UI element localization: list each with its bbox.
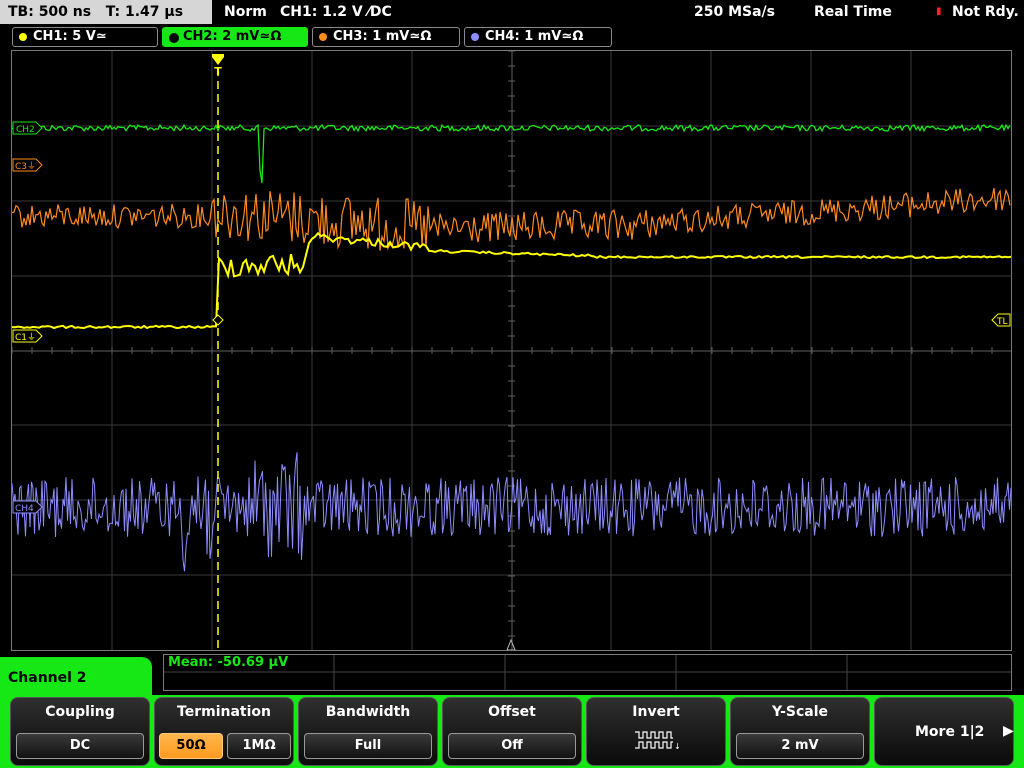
ch3-waveform — [12, 187, 1011, 251]
grid-lines — [12, 51, 1011, 650]
ch1-marker-label: C1⏚ — [15, 332, 36, 343]
ch3-marker: C3⏚ — [12, 158, 43, 172]
ch2-waveform — [12, 123, 1011, 184]
trigger-position-marker: T — [212, 54, 224, 78]
trigger-level-diamond — [212, 314, 224, 326]
trigger-level-label: TL — [996, 317, 1008, 327]
measurement-bar[interactable] — [163, 654, 1012, 691]
offset-softkey[interactable]: Offset Off — [442, 697, 582, 766]
ch2-marker-label: CH2 — [16, 125, 35, 135]
channel-menu-title: Channel 2 — [0, 657, 152, 699]
tab-ch2[interactable]: CH2: 2 mV≃Ω — [162, 27, 308, 47]
invert-title: Invert — [632, 704, 680, 720]
tab-ch3[interactable]: CH3: 1 mV≃Ω — [312, 27, 460, 47]
tab-ch1[interactable]: CH1: 5 V≃ — [12, 27, 158, 47]
acquisition-state: Not Rdy. — [952, 4, 1019, 20]
trigger-mode[interactable]: Norm — [224, 0, 267, 24]
bandwidth-softkey[interactable]: Bandwidth Full — [298, 697, 438, 766]
termination-1mohm[interactable]: 1MΩ — [227, 733, 291, 759]
waveform-display[interactable]: T CH2 C3⏚ C1⏚ CH4 TL — [11, 50, 1012, 651]
invert-waveform-icon: ↓ — [635, 731, 681, 751]
ch1-color-dot — [19, 33, 27, 41]
ch1-marker: C1⏚ — [12, 329, 43, 343]
status-bar: Norm CH1: 1.2 V ⁄DC 250 MSa/s Real Time … — [214, 0, 1024, 24]
coupling-title: Coupling — [45, 704, 115, 720]
bandwidth-title: Bandwidth — [325, 704, 411, 720]
tab-ch3-label: CH3: 1 mV≃Ω — [333, 29, 432, 44]
svg-text:↓: ↓ — [674, 742, 681, 751]
ch4-color-dot — [471, 33, 479, 41]
more-label: More 1|2 — [915, 724, 985, 740]
tab-ch4[interactable]: CH4: 1 mV≃Ω — [464, 27, 612, 47]
trigger-position-label: T — [214, 65, 222, 78]
ch2-marker: CH2 — [12, 121, 43, 135]
tab-ch1-label: CH1: 5 V≃ — [33, 29, 107, 44]
trigger-setting[interactable]: CH1: 1.2 V ⁄DC — [280, 0, 392, 24]
ch2-color-dot — [169, 33, 179, 43]
termination-title: Termination — [177, 704, 271, 720]
ch3-color-dot — [319, 33, 327, 41]
tab-ch4-label: CH4: 1 mV≃Ω — [485, 29, 584, 44]
timebase-box[interactable]: TB: 500 ns T: 1.47 µs — [0, 0, 212, 24]
timebase-value: TB: 500 ns — [8, 4, 92, 20]
offset-title: Offset — [488, 704, 536, 720]
sample-rate: 250 MSa/s — [694, 4, 776, 20]
measurement-bar-dividers — [164, 655, 1011, 690]
more-softkey[interactable]: More 1|2 ▶ — [874, 697, 1014, 766]
trigger-level-marker: TL — [991, 313, 1011, 327]
offset-value[interactable]: Off — [448, 733, 576, 759]
state-indicator-icon: ▮ — [936, 6, 942, 17]
coupling-softkey[interactable]: Coupling DC — [10, 697, 150, 766]
ch3-trace — [12, 187, 1011, 251]
ch4-marker-label: CH4 — [15, 504, 34, 514]
tab-ch2-label: CH2: 2 mV≃Ω — [183, 29, 282, 44]
ch3-marker-label: C3⏚ — [15, 161, 36, 172]
waveform-canvas: T CH2 C3⏚ C1⏚ CH4 TL — [12, 51, 1011, 650]
coupling-value[interactable]: DC — [16, 733, 144, 759]
trigger-time-value: T: 1.47 µs — [105, 4, 184, 20]
ch2-trace — [12, 123, 1011, 184]
trigger-center-marker — [506, 638, 516, 650]
measurement-mean: Mean: -50.69 µV — [168, 655, 289, 670]
yscale-value[interactable]: 2 mV — [736, 733, 864, 759]
termination-50ohm[interactable]: 50Ω — [159, 733, 223, 759]
bandwidth-value[interactable]: Full — [304, 733, 432, 759]
acquisition-mode[interactable]: Real Time — [814, 0, 892, 24]
right-arrow-icon: ▶ — [1003, 723, 1014, 739]
termination-softkey[interactable]: Termination 50Ω 1MΩ — [154, 697, 294, 766]
yscale-title: Y-Scale — [771, 704, 828, 720]
yscale-softkey[interactable]: Y-Scale 2 mV — [730, 697, 870, 766]
invert-softkey[interactable]: Invert ↓ — [586, 697, 726, 766]
ch4-marker: CH4 — [12, 500, 43, 514]
